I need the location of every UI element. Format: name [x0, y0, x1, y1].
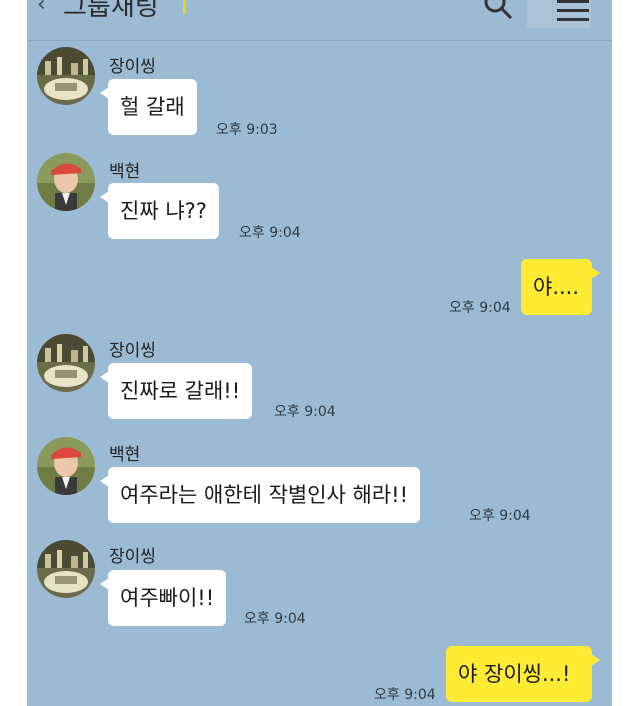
message-bubble[interactable]: 여주빠이!!	[99, 570, 227, 626]
search-icon[interactable]	[483, 0, 513, 20]
chat-title: 그룹채팅	[63, 0, 159, 22]
sender-name: 장이씽	[109, 57, 156, 77]
hamburger-menu-icon[interactable]	[557, 0, 589, 21]
message-bubble-sent[interactable]: 야 장이씽...!	[446, 646, 600, 702]
message-time: 오후 9:04	[469, 508, 531, 524]
avatar-jangyixing[interactable]	[37, 47, 95, 105]
avatar-baekhyun[interactable]	[37, 153, 95, 211]
message-time: 오후 9:04	[239, 225, 301, 241]
sender-name: 장이씽	[109, 341, 156, 361]
message-bubble[interactable]: 진짜로 갈래!!	[99, 363, 253, 419]
message-time: 오후 9:04	[449, 300, 511, 316]
sender-name: 백현	[109, 445, 141, 465]
message-time: 오후 9:03	[216, 122, 278, 138]
message-bubble-sent[interactable]: 야....	[521, 259, 600, 315]
sender-name: 백현	[109, 162, 141, 182]
sender-name: 장이씽	[109, 547, 156, 567]
message-bubble[interactable]: 진짜 냐??	[100, 183, 219, 239]
chat-header: ‹ 그룹채팅	[27, 0, 612, 41]
message-time: 오후 9:04	[374, 687, 436, 703]
message-time: 오후 9:04	[274, 404, 336, 420]
message-time: 오후 9:04	[244, 611, 306, 627]
chat-screen: ‹ 그룹채팅 장이씽 헐 갈래 오후 9:03 백현 진짜 냐?? 오후 9:0…	[27, 0, 612, 706]
text-cursor	[183, 0, 186, 14]
chevron-left-icon[interactable]: ‹	[37, 0, 46, 16]
message-bubble[interactable]: 헐 갈래	[100, 79, 197, 135]
avatar-jangyixing[interactable]	[37, 334, 95, 392]
avatar-jangyixing[interactable]	[37, 540, 95, 598]
message-bubble[interactable]: 여주라는 애한테 작별인사 해라!!	[99, 467, 421, 523]
avatar-baekhyun[interactable]	[37, 437, 95, 495]
